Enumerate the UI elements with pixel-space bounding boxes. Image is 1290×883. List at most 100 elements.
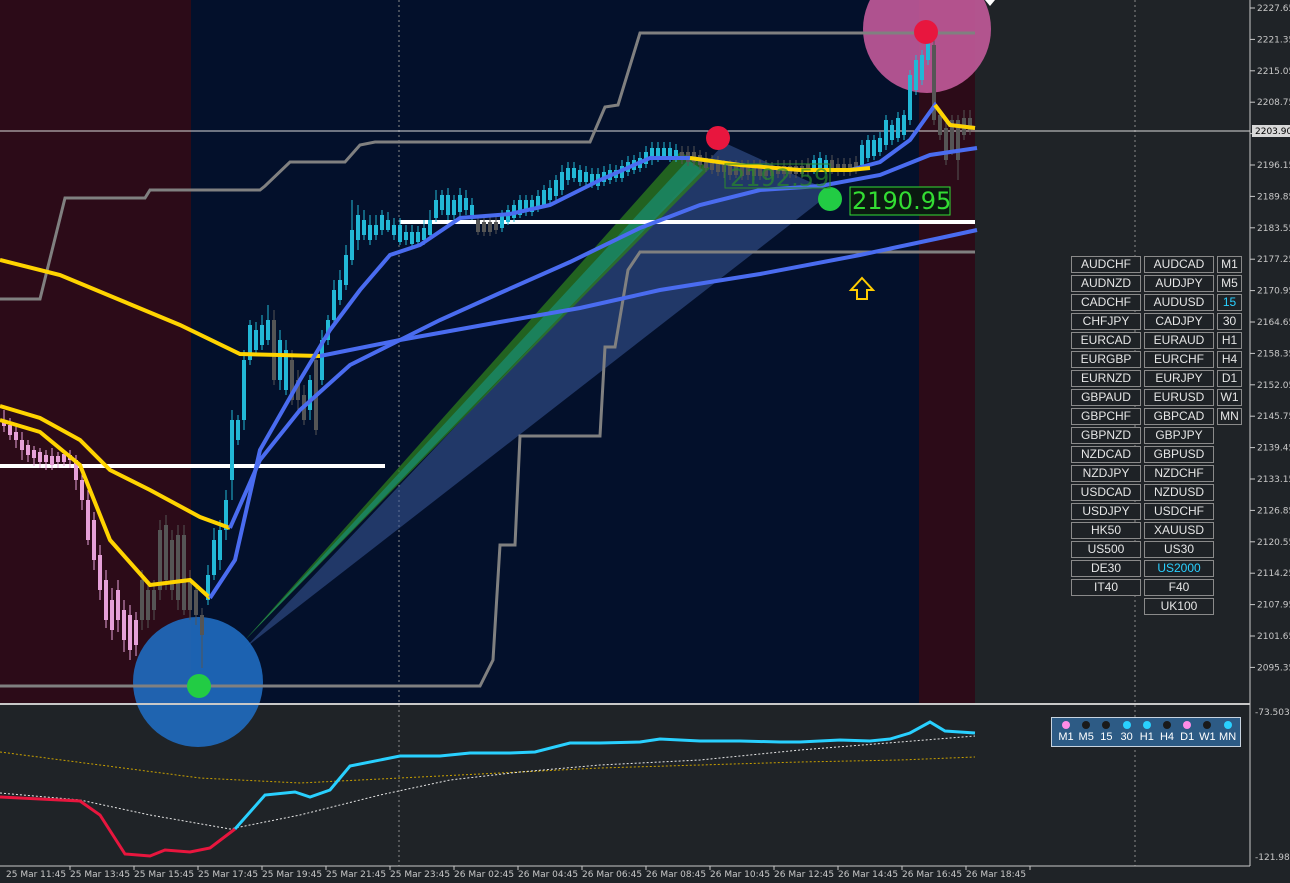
candle-body [44, 455, 48, 462]
symbol-button-audchf[interactable]: AUDCHF [1071, 256, 1141, 273]
symbol-button-chfjpy[interactable]: CHFJPY [1071, 313, 1141, 330]
symbol-button-xauusd[interactable]: XAUUSD [1144, 522, 1214, 539]
symbol-button-us500[interactable]: US500 [1071, 541, 1141, 558]
symbol-button-eurchf[interactable]: EURCHF [1144, 351, 1214, 368]
timeframe-button-w1[interactable]: W1 [1217, 389, 1242, 406]
candle-body [266, 320, 270, 340]
osc-legend-label: M1 [1058, 731, 1074, 743]
candle-body [434, 200, 438, 218]
candle [950, 115, 954, 155]
status-dot-icon [1102, 721, 1111, 729]
symbol-button-gbpnzd[interactable]: GBPNZD [1071, 427, 1141, 444]
timeframe-button-mn[interactable]: MN [1217, 408, 1242, 425]
symbol-button-nzdusd[interactable]: NZDUSD [1144, 484, 1214, 501]
candle-body [344, 255, 348, 285]
candle [914, 55, 918, 95]
candle-body [164, 525, 168, 580]
osc-legend-item-30: 30 [1117, 720, 1137, 743]
osc-legend-item-h1: H1 [1137, 720, 1157, 743]
candle-body [254, 330, 258, 350]
symbol-button-cadjpy[interactable]: CADJPY [1144, 313, 1214, 330]
current-price-marker: 2203.90 [1252, 125, 1290, 137]
candle-body [662, 148, 666, 156]
candle-body [554, 180, 558, 196]
oscillator-pane[interactable] [0, 720, 976, 858]
candle-body [902, 115, 906, 135]
candle-body [146, 590, 150, 620]
symbol-button-audjpy[interactable]: AUDJPY [1144, 275, 1214, 292]
osc-legend-label: 30 [1120, 731, 1133, 743]
timeframe-button-d1[interactable]: D1 [1217, 370, 1242, 387]
candle [248, 320, 252, 365]
symbol-button-euraud[interactable]: EURAUD [1144, 332, 1214, 349]
price-tick-label: 2095.35 [1257, 663, 1290, 673]
symbol-button-nzdchf[interactable]: NZDCHF [1144, 465, 1214, 482]
symbol-button-audusd[interactable]: AUDUSD [1144, 294, 1214, 311]
symbol-button-f40[interactable]: F40 [1144, 579, 1214, 596]
candle-body [392, 225, 396, 235]
candle [932, 40, 936, 125]
symbol-button-audnzd[interactable]: AUDNZD [1071, 275, 1141, 292]
timeframe-button-m5[interactable]: M5 [1217, 275, 1242, 292]
candle-body [122, 610, 126, 640]
candle-body [56, 456, 60, 462]
price-tick-label: 2152.05 [1257, 381, 1290, 391]
time-tick-label: 25 Mar 19:45 [262, 870, 322, 880]
symbol-button-gbpjpy[interactable]: GBPJPY [1144, 427, 1214, 444]
symbol-button-gbpcad[interactable]: GBPCAD [1144, 408, 1214, 425]
candle-body [920, 55, 924, 80]
candle [182, 525, 186, 615]
symbol-button-eurnzd[interactable]: EURNZD [1071, 370, 1141, 387]
osc-legend-item-m5: M5 [1076, 720, 1096, 743]
symbol-button-usdcad[interactable]: USDCAD [1071, 484, 1141, 501]
current-price-label: 2203.90 [1255, 127, 1290, 137]
timeframe-button-h4[interactable]: H4 [1217, 351, 1242, 368]
price-tick-label: 2114.25 [1257, 569, 1290, 579]
candle-body [308, 380, 312, 410]
symbol-button-cadchf[interactable]: CADCHF [1071, 294, 1141, 311]
price-tick-label: 2126.85 [1257, 506, 1290, 516]
candle-body [440, 195, 444, 210]
candle-body [548, 188, 552, 200]
timeframe-button-30[interactable]: 30 [1217, 313, 1242, 330]
symbol-button-eurgbp[interactable]: EURGBP [1071, 351, 1141, 368]
symbol-button-nzdjpy[interactable]: NZDJPY [1071, 465, 1141, 482]
symbol-button-it40[interactable]: IT40 [1071, 579, 1141, 596]
candle-body [134, 620, 138, 645]
symbol-button-nzdcad[interactable]: NZDCAD [1071, 446, 1141, 463]
symbol-button-de30[interactable]: DE30 [1071, 560, 1141, 577]
symbol-button-us30[interactable]: US30 [1144, 541, 1214, 558]
symbol-button-eurusd[interactable]: EURUSD [1144, 389, 1214, 406]
symbol-button-eurjpy[interactable]: EURJPY [1144, 370, 1214, 387]
osc-signal-white [0, 735, 976, 830]
symbol-button-usdchf[interactable]: USDCHF [1144, 503, 1214, 520]
symbol-button-usdjpy[interactable]: USDJPY [1071, 503, 1141, 520]
symbol-button-gbpusd[interactable]: GBPUSD [1144, 446, 1214, 463]
symbol-button-us2000[interactable]: US2000 [1144, 560, 1214, 577]
osc-main-red [0, 795, 236, 858]
candle-body [242, 360, 246, 420]
candle-body [446, 195, 450, 215]
osc-legend-item-h4: H4 [1157, 720, 1177, 743]
candle-body [416, 232, 420, 242]
symbol-button-uk100[interactable]: UK100 [1144, 598, 1214, 615]
candle-body [884, 120, 888, 145]
symbol-button-audcad[interactable]: AUDCAD [1144, 256, 1214, 273]
price-tick-label: 2164.65 [1257, 318, 1290, 328]
price-tick-label: 2208.75 [1257, 98, 1290, 108]
candle [158, 520, 162, 600]
candle-body [872, 140, 876, 156]
timeframe-button-15[interactable]: 15 [1217, 294, 1242, 311]
symbol-button-gbpaud[interactable]: GBPAUD [1071, 389, 1141, 406]
symbol-button-gbpchf[interactable]: GBPCHF [1071, 408, 1141, 425]
timeframe-button-h1[interactable]: H1 [1217, 332, 1242, 349]
symbol-button-eurcad[interactable]: EURCAD [1071, 332, 1141, 349]
symbol-button-hk50[interactable]: HK50 [1071, 522, 1141, 539]
candle-body [278, 340, 282, 380]
price-tick-label: 2196.15 [1257, 161, 1290, 171]
price-tick-label: 2133.15 [1257, 475, 1290, 485]
candle-body [944, 128, 948, 160]
osc-legend-label: D1 [1180, 731, 1195, 743]
timeframe-button-m1[interactable]: M1 [1217, 256, 1242, 273]
candle-body [350, 230, 354, 260]
